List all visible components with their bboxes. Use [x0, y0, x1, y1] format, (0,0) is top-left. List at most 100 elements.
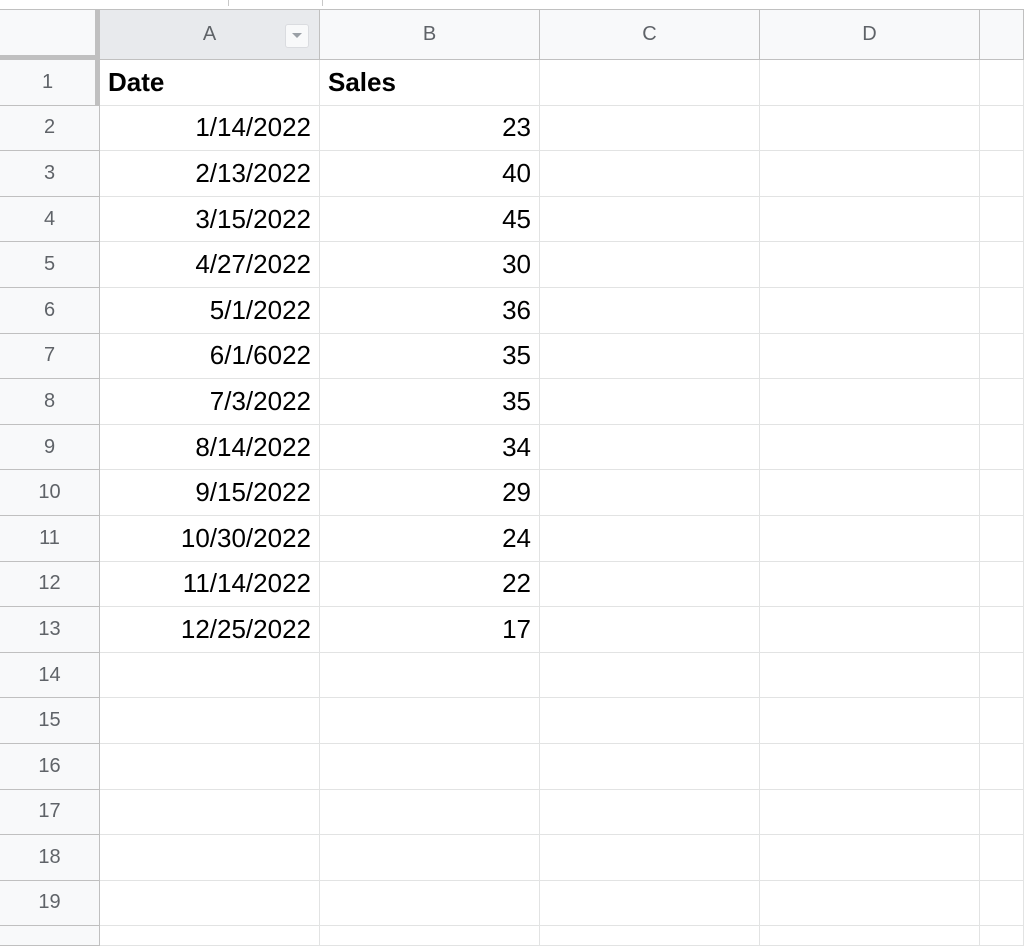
cell-c17[interactable] — [540, 789, 760, 836]
row-header[interactable]: 1 — [0, 60, 100, 106]
row-header[interactable]: 10 — [0, 470, 100, 516]
cell-e1[interactable] — [980, 60, 1024, 106]
cell-d2[interactable] — [760, 105, 980, 152]
cell-b8[interactable]: 35 — [320, 379, 540, 425]
cell-e14[interactable] — [980, 652, 1024, 699]
cell-c18[interactable] — [540, 835, 760, 881]
cell-e7[interactable] — [980, 333, 1024, 380]
cell-a9[interactable]: 8/14/2022 — [100, 424, 320, 471]
cell-d19[interactable] — [760, 880, 980, 927]
cell-a5[interactable]: 4/27/2022 — [100, 242, 320, 288]
cell-a19[interactable] — [100, 880, 320, 927]
cell-b19[interactable] — [320, 880, 540, 927]
cell-d4[interactable] — [760, 196, 980, 243]
cell-a1[interactable]: Date — [100, 60, 320, 106]
cell-c8[interactable] — [540, 379, 760, 425]
cell-e10[interactable] — [980, 470, 1024, 516]
cell-e12[interactable] — [980, 561, 1024, 608]
cell-a3[interactable]: 2/13/2022 — [100, 151, 320, 197]
cell-e8[interactable] — [980, 379, 1024, 425]
cell-e19[interactable] — [980, 880, 1024, 927]
cell-e17[interactable] — [980, 789, 1024, 836]
cell-a10[interactable]: 9/15/2022 — [100, 470, 320, 516]
cell-a14[interactable] — [100, 652, 320, 699]
cell-a18[interactable] — [100, 835, 320, 881]
column-header-b[interactable]: B — [320, 10, 540, 60]
cell-e15[interactable] — [980, 698, 1024, 744]
cell-d3[interactable] — [760, 151, 980, 197]
cell-d6[interactable] — [760, 287, 980, 334]
cell-d5[interactable] — [760, 242, 980, 288]
cell-c2[interactable] — [540, 105, 760, 152]
cell-e9[interactable] — [980, 424, 1024, 471]
cell-d15[interactable] — [760, 698, 980, 744]
cell-b2[interactable]: 23 — [320, 105, 540, 152]
cell-d13[interactable] — [760, 607, 980, 653]
cell-e3[interactable] — [980, 151, 1024, 197]
cell-e18[interactable] — [980, 835, 1024, 881]
cell-e11[interactable] — [980, 515, 1024, 562]
row-header[interactable]: 15 — [0, 698, 100, 744]
cell-b1[interactable]: Sales — [320, 60, 540, 106]
row-header[interactable]: 8 — [0, 379, 100, 425]
cell-a13[interactable]: 12/25/2022 — [100, 607, 320, 653]
row-header[interactable]: 5 — [0, 242, 100, 288]
cell-c5[interactable] — [540, 242, 760, 288]
cell-a12[interactable]: 11/14/2022 — [100, 561, 320, 608]
row-header[interactable]: 14 — [0, 652, 100, 699]
cell-e4[interactable] — [980, 196, 1024, 243]
row-header[interactable]: 3 — [0, 151, 100, 197]
cell-c10[interactable] — [540, 470, 760, 516]
cell-a8[interactable]: 7/3/2022 — [100, 379, 320, 425]
column-header-c[interactable]: C — [540, 10, 760, 60]
row-header[interactable]: 18 — [0, 835, 100, 881]
cell-c12[interactable] — [540, 561, 760, 608]
column-header-e[interactable] — [980, 10, 1024, 60]
row-header[interactable]: 17 — [0, 789, 100, 836]
cell-e6[interactable] — [980, 287, 1024, 334]
cell-b3[interactable]: 40 — [320, 151, 540, 197]
cell-c14[interactable] — [540, 652, 760, 699]
cell-b15[interactable] — [320, 698, 540, 744]
cell-b6[interactable]: 36 — [320, 287, 540, 334]
cell-b18[interactable] — [320, 835, 540, 881]
cell-d1[interactable] — [760, 60, 980, 106]
cell-c7[interactable] — [540, 333, 760, 380]
row-header[interactable]: 12 — [0, 561, 100, 608]
cell-c3[interactable] — [540, 151, 760, 197]
row-header[interactable]: 19 — [0, 880, 100, 927]
cell-d10[interactable] — [760, 470, 980, 516]
cell-c4[interactable] — [540, 196, 760, 243]
cell-a4[interactable]: 3/15/2022 — [100, 196, 320, 243]
cell-a2[interactable]: 1/14/2022 — [100, 105, 320, 152]
cell-d7[interactable] — [760, 333, 980, 380]
row-header[interactable]: 6 — [0, 287, 100, 334]
cell-b16[interactable] — [320, 743, 540, 790]
row-header[interactable]: 13 — [0, 607, 100, 653]
dropdown-arrow-icon[interactable] — [285, 24, 309, 48]
row-header[interactable]: 9 — [0, 424, 100, 471]
cell-b12[interactable]: 22 — [320, 561, 540, 608]
cell-b17[interactable] — [320, 789, 540, 836]
cell-a15[interactable] — [100, 698, 320, 744]
cell-c11[interactable] — [540, 515, 760, 562]
row-header[interactable]: 2 — [0, 105, 100, 152]
cell-e13[interactable] — [980, 607, 1024, 653]
cell-c1[interactable] — [540, 60, 760, 106]
cell-e16[interactable] — [980, 743, 1024, 790]
cell-d16[interactable] — [760, 743, 980, 790]
cell-c13[interactable] — [540, 607, 760, 653]
cell-c9[interactable] — [540, 424, 760, 471]
cell-b13[interactable]: 17 — [320, 607, 540, 653]
row-header[interactable]: 11 — [0, 515, 100, 562]
cell-d12[interactable] — [760, 561, 980, 608]
cell-b5[interactable]: 30 — [320, 242, 540, 288]
cell-b11[interactable]: 24 — [320, 515, 540, 562]
cell-b9[interactable]: 34 — [320, 424, 540, 471]
cell-b10[interactable]: 29 — [320, 470, 540, 516]
cell-c15[interactable] — [540, 698, 760, 744]
cell-e2[interactable] — [980, 105, 1024, 152]
cell-a11[interactable]: 10/30/2022 — [100, 515, 320, 562]
cell-a16[interactable] — [100, 743, 320, 790]
cell-d18[interactable] — [760, 835, 980, 881]
